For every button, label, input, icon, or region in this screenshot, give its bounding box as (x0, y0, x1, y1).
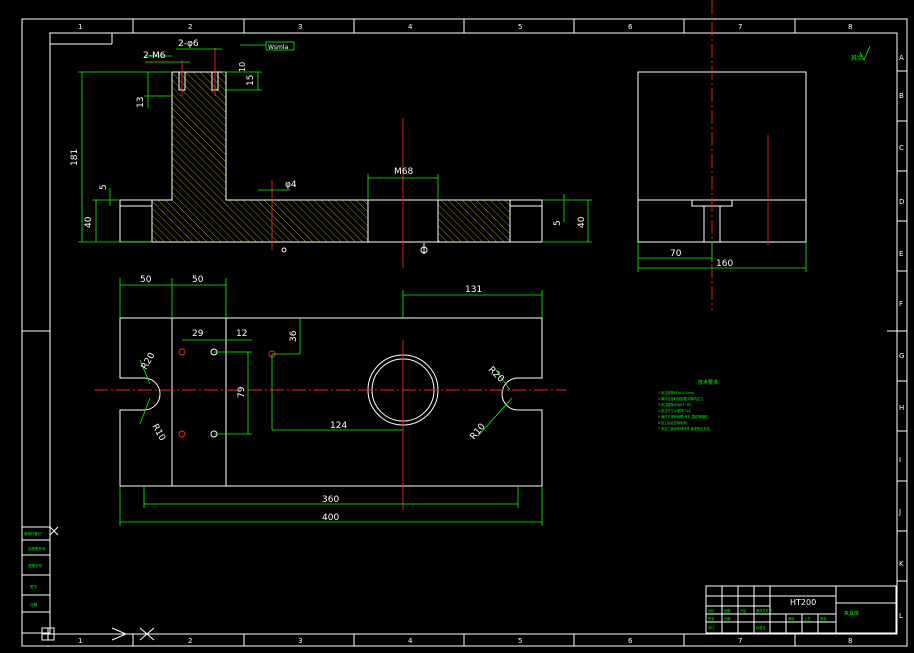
strip-label: 日期 (30, 602, 37, 607)
dim-50b: 50 (192, 275, 204, 285)
dim-r10-right: R10 (469, 422, 488, 442)
tech-line: 1.未注倒角均为C1,5mm。 (658, 390, 697, 395)
cad-drawing: 1 2 3 4 5 6 7 8 1 2 3 4 5 6 7 8 A B C D … (21, 0, 908, 647)
tech-line: 7.非加工面涂防锈底漆,面漆颜色另定。 (658, 426, 713, 431)
tb-label: 签名 (708, 616, 714, 621)
row-label: D (899, 198, 904, 206)
tech-line: 3.未注圆角半径R3~R5。 (658, 402, 695, 407)
row-label: L (899, 612, 903, 620)
title-block: HT200 夹具体 标记 处数 分区 更改文件号 签名 日期 设计 标准化 审核… (705, 585, 897, 634)
row-label: C (899, 144, 904, 152)
material-label: HT200 (790, 598, 816, 607)
col-label: 7 (738, 23, 742, 31)
tb-label: 审核 (788, 616, 795, 621)
tb-label: 标准化 (756, 625, 766, 630)
col-label: 8 (848, 23, 852, 31)
row-label: A (899, 54, 904, 62)
row-label: E (899, 250, 903, 258)
front-view: 2-M6 2-φ6 Wsmla 10 15 13 181 40 5 φ4 M68… (70, 39, 592, 268)
dim-right-step: 5 (553, 220, 563, 226)
tech-line: 4.未注尺寸公差按IT14。 (658, 408, 693, 413)
dim-height-base: 40 (84, 216, 94, 228)
strip-label: 底图总号 (28, 563, 42, 568)
left-strip: 借用件登记 旧底图总号 底图总号 签字 日期 (21, 526, 155, 641)
tech-requirements: 技术要求 1.未注倒角均为C1,5mm。 2.铸件应经时效处理,消除内应力。 3… (658, 379, 718, 431)
dim-right-height: 40 (577, 216, 587, 228)
row-label: J (898, 508, 901, 516)
col-label: 5 (518, 637, 522, 645)
tb-label: 批准 (820, 616, 827, 621)
col-label: 5 (518, 23, 522, 31)
column-labels-top: 1 2 3 4 5 6 7 8 (78, 23, 852, 31)
dim-400: 400 (322, 513, 339, 523)
dim-79: 79 (237, 386, 247, 398)
dim-29: 29 (192, 329, 204, 339)
dim-holes-thread: 2-M6 (143, 51, 166, 61)
dim-width: 160 (716, 259, 733, 269)
dim-r20-left: R20 (140, 351, 158, 372)
side-view: 70 160 (637, 0, 807, 310)
dim-offset: 70 (670, 249, 682, 259)
dim-height-total: 181 (70, 149, 80, 166)
row-label: G (899, 352, 904, 360)
strip-label: 借用件登记 (24, 531, 42, 536)
col-label: 6 (628, 23, 633, 31)
dim-124: 124 (330, 421, 347, 431)
dim-r10-left: R10 (149, 423, 167, 444)
part-name-label: 夹具体 (844, 610, 859, 617)
front-section-hatch-right (438, 200, 510, 242)
dim-holes-pin: 2-φ6 (178, 39, 199, 49)
row-labels-right: A B C D E F G H I J K L (898, 54, 904, 620)
dim-36: 36 (289, 330, 299, 342)
col-label: 8 (848, 637, 852, 645)
col-label: 1 (78, 23, 82, 31)
col-label: 2 (188, 637, 192, 645)
tech-line: 5.铸件不得有砂眼,气孔,裂纹等缺陷。 (658, 414, 711, 419)
dim-50a: 50 (140, 275, 152, 285)
tech-title: 技术要求 (698, 379, 718, 386)
top-view: 50 50 131 29 12 36 79 124 360 400 R20 R1… (94, 275, 566, 526)
front-section-hatch (152, 72, 368, 242)
tb-label: 设计 (708, 625, 715, 630)
col-label: 1 (78, 637, 82, 645)
col-label: 7 (738, 637, 742, 645)
row-label: F (899, 300, 903, 308)
column-labels-bottom: 1 2 3 4 5 6 7 8 (78, 637, 852, 645)
dim-step: 5 (99, 184, 109, 190)
dim-131: 131 (465, 285, 482, 295)
tb-label: 日期 (724, 616, 730, 621)
row-label: H (899, 404, 904, 412)
row-label: B (899, 92, 904, 100)
tb-label: 标记 (708, 608, 715, 613)
drawing-frame (21, 18, 908, 647)
small-note: 10 (238, 62, 247, 72)
flag-text: Wsmla (268, 44, 289, 51)
dim-12: 12 (236, 329, 247, 339)
dim-depth-b: 13 (136, 97, 146, 108)
dim-r20-right: R20 (486, 365, 506, 385)
dim-hole-small: φ4 (285, 180, 297, 190)
strip-label: 旧底图总号 (28, 546, 46, 551)
dim-depth-a: 15 (246, 75, 256, 86)
row-label: K (899, 560, 904, 568)
tb-label: 处数 (724, 608, 731, 613)
dim-thread-big: M68 (394, 167, 413, 177)
col-label: 3 (298, 23, 302, 31)
row-label: I (899, 456, 901, 464)
col-label: 4 (408, 23, 413, 31)
surface-finish-symbol: 其余 (851, 45, 871, 62)
col-label: 2 (188, 23, 192, 31)
strip-label: 签字 (30, 584, 37, 589)
col-label: 4 (408, 637, 413, 645)
tb-label: 工艺 (804, 616, 810, 621)
tb-label: 分区 (740, 608, 747, 613)
surface-symbol-label: 其余 (851, 54, 863, 62)
col-label: 3 (298, 637, 302, 645)
tb-label: 更改文件号 (756, 608, 772, 613)
tech-line: 6.加工后应去除毛刺。 (658, 420, 690, 425)
dim-360: 360 (322, 495, 339, 505)
tech-line: 2.铸件应经时效处理,消除内应力。 (658, 396, 707, 401)
col-label: 6 (628, 637, 633, 645)
